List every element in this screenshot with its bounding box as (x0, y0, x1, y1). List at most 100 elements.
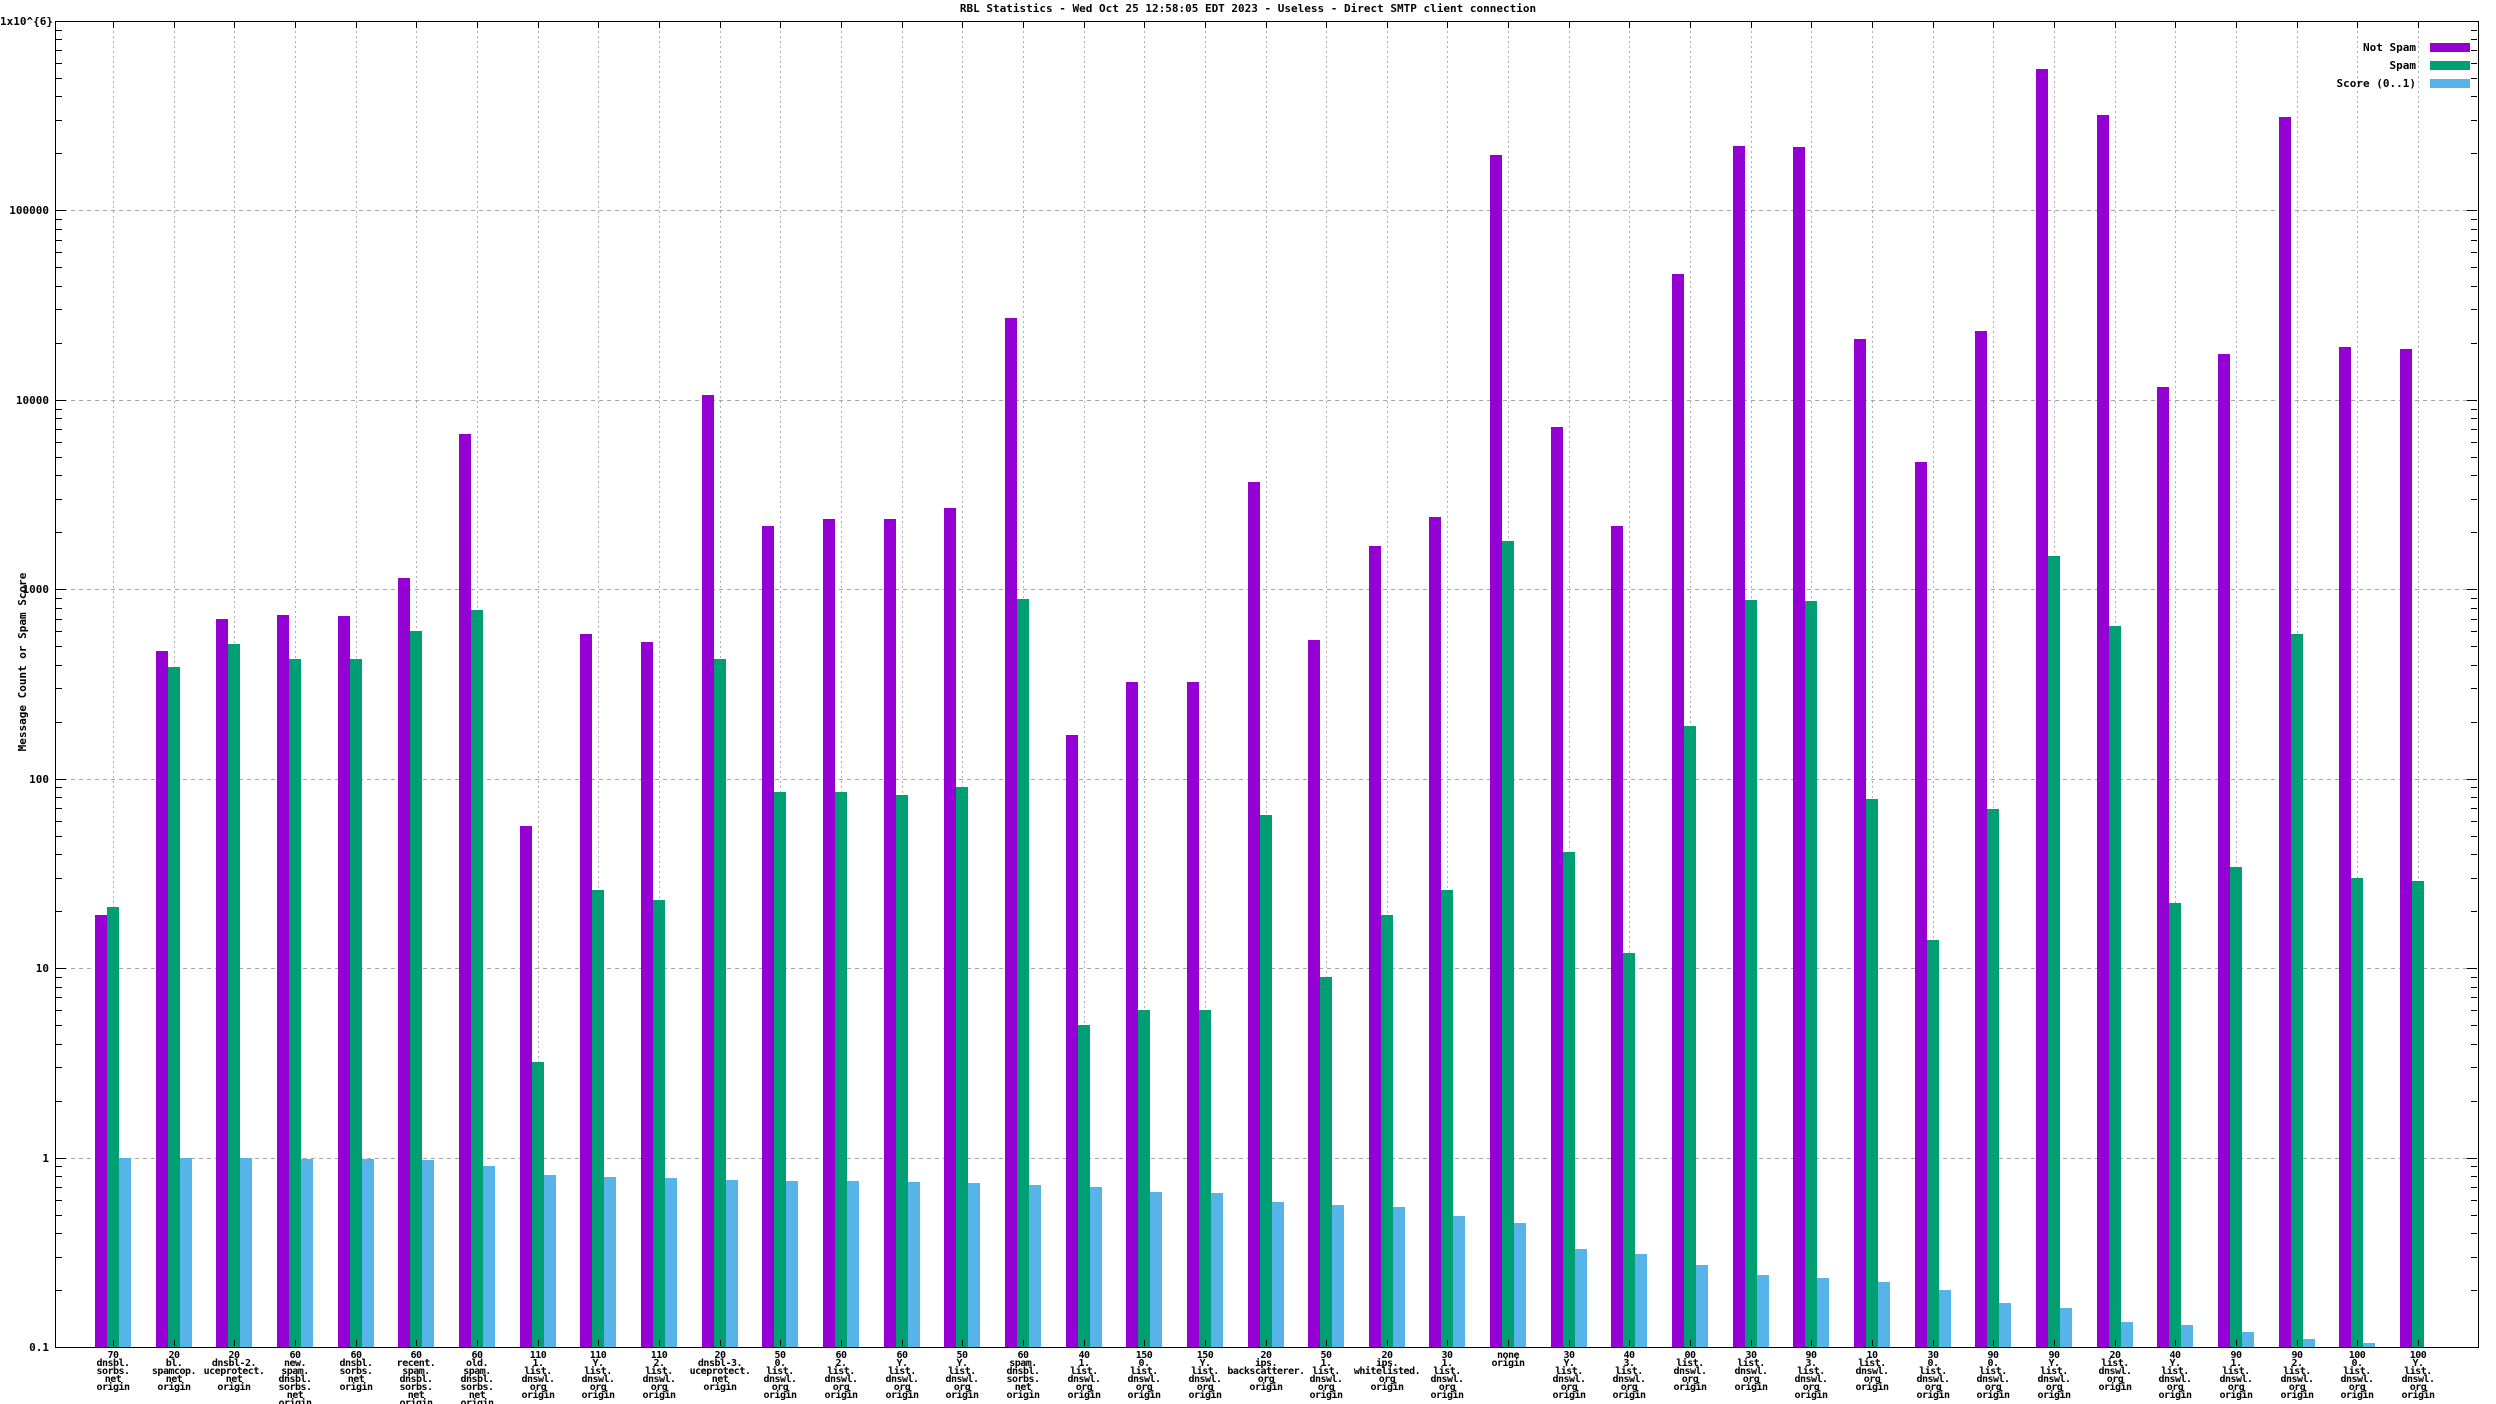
bar-spam (1381, 915, 1393, 1347)
y-minor-tick (56, 821, 62, 822)
bar-not-spam (1854, 339, 1866, 1347)
y-minor-tick (2471, 229, 2477, 230)
x-tick-label-line: origin (152, 1384, 196, 1392)
y-minor-tick (2471, 475, 2477, 476)
y-minor-tick (56, 475, 62, 476)
x-tick-label-line: origin (1976, 1392, 2009, 1400)
y-minor-tick (56, 911, 62, 912)
y-minor-tick (56, 442, 62, 443)
y-minor-tick (2471, 39, 2477, 40)
x-tick-label-line: origin (642, 1392, 675, 1400)
bar-not-spam (2218, 354, 2230, 1347)
bar-score-0-1 (786, 1181, 798, 1347)
y-minor-tick (2471, 836, 2477, 837)
bar-score-0-1 (119, 1158, 131, 1347)
bar-score-0-1 (968, 1183, 980, 1347)
bar-spam (1199, 1010, 1211, 1347)
x-tick (780, 1340, 781, 1346)
y-minor-tick (56, 987, 62, 988)
x-tick-label: 10list.dnswl.orgorigin (1855, 1352, 1888, 1392)
x-tick (1751, 1340, 1752, 1346)
bar-score-0-1 (240, 1158, 252, 1347)
bar-not-spam (2339, 347, 2351, 1347)
bar-score-0-1 (1150, 1192, 1162, 1347)
y-minor-tick (56, 1166, 62, 1167)
bar-not-spam (1975, 331, 1987, 1347)
x-tick (1993, 22, 1994, 28)
bar-spam (1805, 601, 1817, 1347)
y-minor-tick (2471, 267, 2477, 268)
bar-not-spam (459, 434, 471, 1347)
y-minor-tick (56, 229, 62, 230)
x-tick-label-line: origin (339, 1384, 372, 1392)
bar-score-0-1 (362, 1159, 374, 1347)
y-minor-tick (2471, 997, 2477, 998)
y-minor-tick (2471, 532, 2477, 533)
y-minor-tick (2471, 78, 2477, 79)
y-tick-label: 0.1 (0, 1341, 49, 1354)
y-major-tick (2467, 1347, 2477, 1348)
x-tick-label: 301.list.dnswl.orgorigin (1430, 1352, 1463, 1400)
y-major-tick (56, 1158, 66, 1159)
y-minor-tick (2471, 1176, 2477, 1177)
bar-score-0-1 (1999, 1303, 2011, 1347)
y-minor-tick (56, 252, 62, 253)
y-minor-tick (2471, 688, 2477, 689)
bar-spam (592, 890, 604, 1347)
x-tick (1144, 22, 1145, 28)
bar-spam (1563, 852, 1575, 1347)
x-tick (1811, 1340, 1812, 1346)
x-tick (1629, 22, 1630, 28)
y-minor-tick (2471, 665, 2477, 666)
y-minor-tick (56, 499, 62, 500)
x-tick-label-line: origin (1067, 1392, 1100, 1400)
bar-not-spam (2036, 69, 2048, 1347)
x-tick-label: noneorigin (1491, 1352, 1524, 1368)
x-tick (295, 22, 296, 28)
bar-not-spam (823, 519, 835, 1347)
x-tick-label-line: origin (1491, 1360, 1524, 1368)
y-major-tick (56, 1347, 66, 1348)
bar-score-0-1 (665, 1178, 677, 1347)
x-tick (1023, 1340, 1024, 1346)
bar-score-0-1 (1514, 1223, 1526, 1347)
y-minor-tick (2471, 30, 2477, 31)
y-minor-tick (56, 409, 62, 410)
y-minor-tick (56, 418, 62, 419)
bar-not-spam (338, 616, 350, 1347)
bar-spam (1260, 815, 1272, 1347)
bar-not-spam (1490, 155, 1502, 1347)
x-tick (416, 22, 417, 28)
bar-spam (653, 900, 665, 1347)
bar-score-0-1 (1939, 1290, 1951, 1347)
x-tick-label-line: origin (1006, 1392, 1039, 1400)
y-minor-tick (2471, 797, 2477, 798)
y-minor-tick (2471, 457, 2477, 458)
bar-spam (1441, 890, 1453, 1347)
bar-not-spam (641, 642, 653, 1347)
x-tick (720, 22, 721, 28)
y-minor-tick (2471, 787, 2477, 788)
bar-spam (350, 659, 362, 1347)
x-tick (1811, 22, 1812, 28)
y-minor-tick (56, 1067, 62, 1068)
y-minor-tick (2471, 1044, 2477, 1045)
x-tick-label: 30list.dnswl.orgorigin (1734, 1352, 1767, 1392)
x-tick-label-line: origin (521, 1392, 554, 1400)
x-tick (1205, 22, 1206, 28)
bar-score-0-1 (1029, 1185, 1041, 1347)
x-tick-label: 90Y.list.dnswl.orgorigin (2037, 1352, 2070, 1400)
y-minor-tick (2471, 619, 2477, 620)
x-tick (1326, 1340, 1327, 1346)
bar-not-spam (277, 615, 289, 1347)
x-tick-label: 902.list.dnswl.orgorigin (2280, 1352, 2313, 1400)
y-minor-tick (56, 457, 62, 458)
x-tick-label: 150Y.list.dnswl.orgorigin (1188, 1352, 1221, 1400)
bar-not-spam (1611, 526, 1623, 1347)
y-minor-tick (2471, 821, 2477, 822)
x-tick (1872, 1340, 1873, 1346)
y-minor-tick (56, 1176, 62, 1177)
x-tick-label-line: origin (1794, 1392, 1827, 1400)
y-major-tick (56, 210, 66, 211)
y-minor-tick (2471, 1166, 2477, 1167)
